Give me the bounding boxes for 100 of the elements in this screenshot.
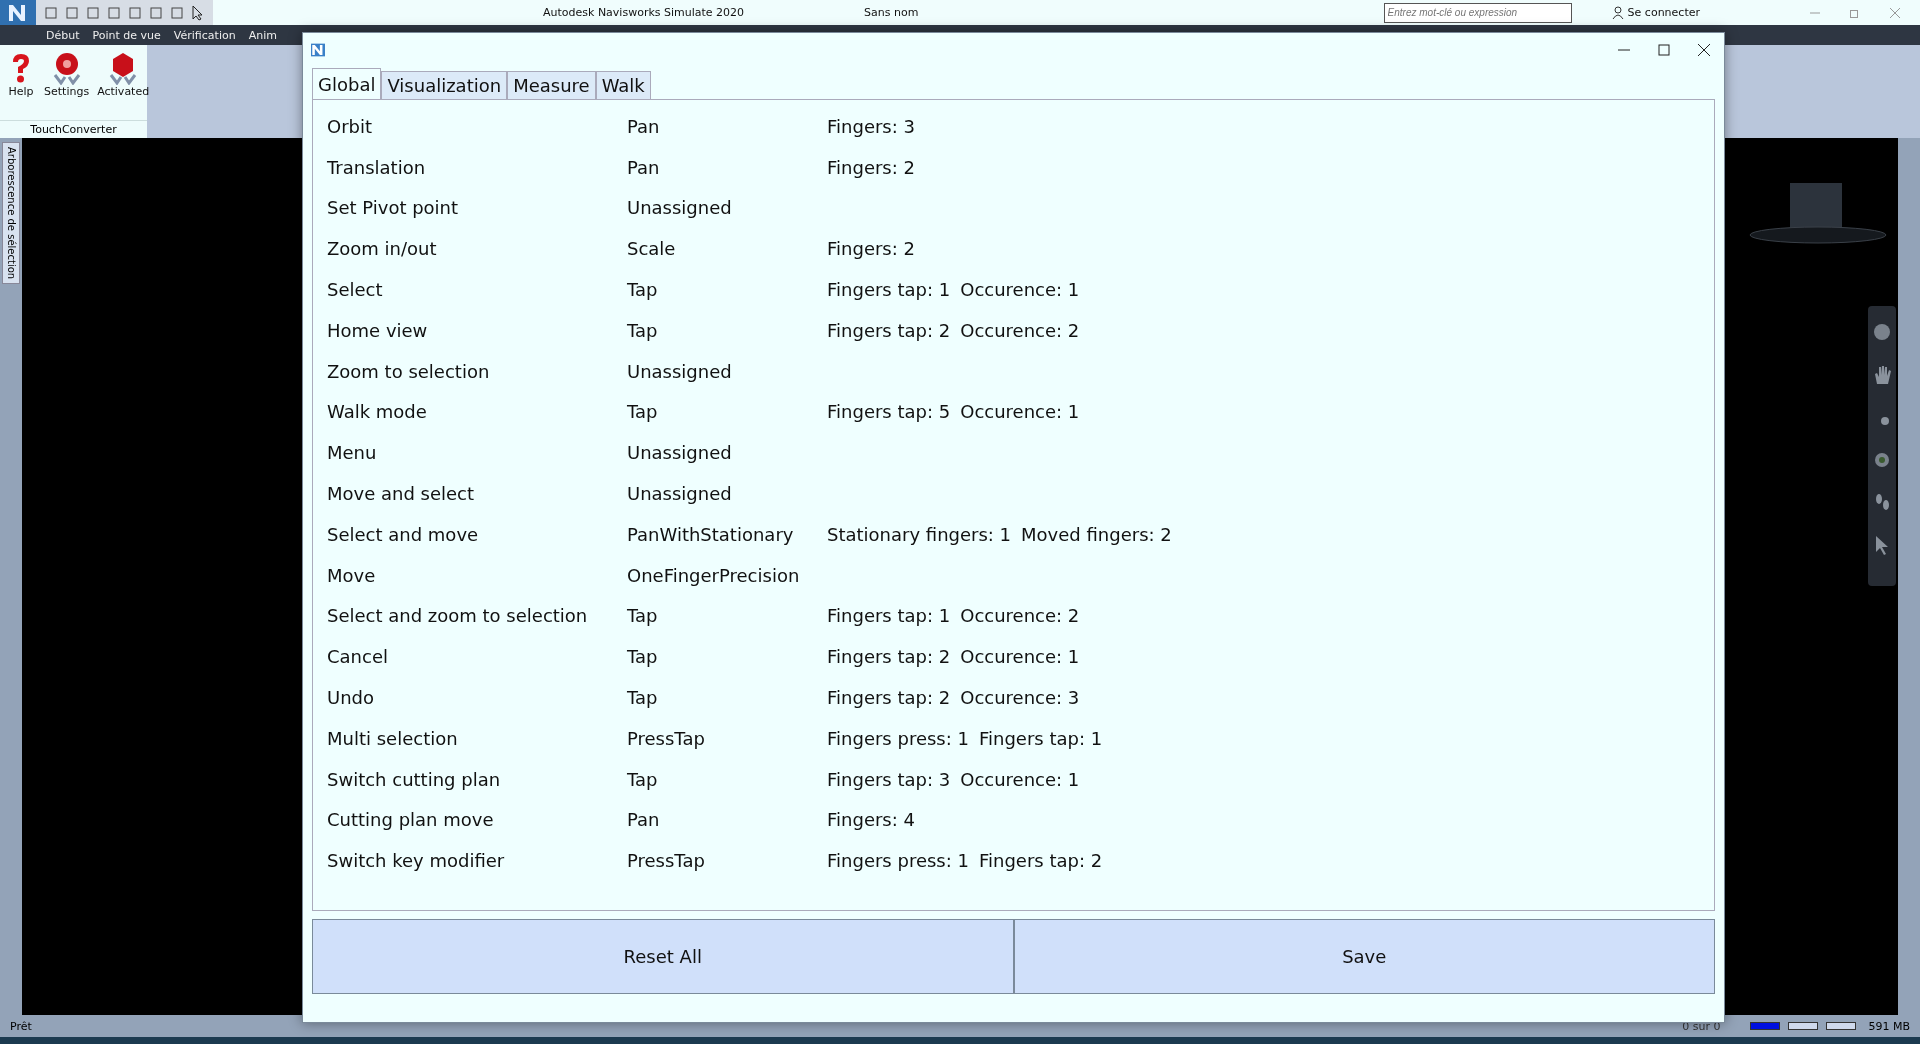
toolbar-icon[interactable]	[107, 5, 121, 20]
gesture-parameter: Fingers tap: 2	[827, 687, 951, 709]
gesture-type: Tap	[627, 319, 659, 341]
action-name: Translation	[327, 156, 427, 178]
gesture-parameter: Fingers tap: 2	[827, 319, 951, 341]
toolbar-icon[interactable]	[65, 5, 79, 20]
ribbon-button[interactable]: Activated	[95, 51, 152, 114]
gesture-type: Unassigned	[627, 197, 733, 219]
gesture-parameter: Fingers tap: 2	[827, 646, 951, 668]
gesture-type: Tap	[627, 401, 659, 423]
dialog-button[interactable]: Save	[1013, 919, 1715, 994]
gesture-type: Unassigned	[627, 483, 733, 505]
side-tab[interactable]: Arborescence de sélection	[2, 142, 20, 285]
toolbar-icon[interactable]	[44, 5, 58, 20]
gesture-parameter: Fingers tap: 5	[827, 401, 951, 423]
menu-tab[interactable]: Point de vue	[92, 28, 161, 42]
gesture-parameter: Stationary fingers: 1	[827, 523, 1012, 545]
gesture-type: PressTap	[627, 727, 706, 749]
memory-usage: 591 MB	[1868, 1019, 1910, 1033]
indicator-icon	[1826, 1022, 1857, 1030]
gesture-type: Tap	[627, 768, 659, 790]
gesture-parameter: Occurence: 1	[960, 646, 1080, 668]
menu-tab[interactable]: Anim	[248, 28, 277, 42]
gesture-type: Tap	[627, 646, 659, 668]
gesture-parameter: Fingers tap: 2	[978, 850, 1103, 872]
app-logo-icon	[311, 43, 325, 57]
toolbar-icon[interactable]	[86, 5, 100, 20]
gesture-parameter: Fingers tap: 1	[827, 605, 951, 627]
action-name: Multi selection	[327, 727, 459, 749]
action-name: Switch cutting plan	[327, 768, 502, 790]
action-name: Cutting plan move	[327, 809, 495, 831]
dialog-button[interactable]: Reset All	[312, 919, 1014, 994]
window-title: Autodesk Navisworks Simulate 2020	[543, 6, 745, 19]
gesture-type: Tap	[627, 605, 659, 627]
indicator-icon	[1750, 1022, 1781, 1030]
gesture-type: Scale	[627, 238, 677, 260]
close-icon[interactable]	[1698, 44, 1710, 56]
gesture-parameter: Occurence: 2	[960, 605, 1080, 627]
action-name: Switch key modifier	[327, 850, 506, 872]
action-name: Zoom to selection	[327, 360, 491, 382]
toolbar-icon[interactable]	[170, 5, 184, 20]
restore-icon[interactable]	[1850, 7, 1860, 18]
sign-in-link[interactable]: Se connecter	[1627, 6, 1700, 19]
tab[interactable]: Measure	[507, 71, 596, 99]
gesture-type: Pan	[627, 115, 661, 137]
action-name: Move and select	[327, 483, 476, 505]
action-name: Select	[327, 279, 384, 301]
menu-tab[interactable]: Vérification	[173, 28, 236, 42]
eye-icon[interactable]	[1872, 450, 1892, 470]
gesture-parameter: Fingers tap: 3	[827, 768, 951, 790]
gesture-type: Unassigned	[627, 442, 733, 464]
action-name: Select and move	[327, 523, 480, 545]
gesture-parameter: Fingers: 4	[827, 809, 915, 831]
gesture-parameter: Occurence: 1	[960, 401, 1080, 423]
gesture-parameter: Fingers: 3	[827, 115, 915, 137]
gesture-type: Unassigned	[627, 360, 733, 382]
gesture-parameter: Moved fingers: 2	[1021, 523, 1172, 545]
gesture-parameter: Fingers: 2	[827, 238, 915, 260]
action-name: Select and zoom to selection	[327, 605, 589, 627]
gesture-type: Pan	[627, 809, 661, 831]
status-text: Prêt	[10, 1019, 32, 1033]
ribbon-button[interactable]: Settings	[42, 51, 92, 114]
indicator-icon	[1788, 1022, 1819, 1030]
action-name: Zoom in/out	[327, 238, 438, 260]
action-name: Cancel	[327, 646, 389, 668]
action-name: Orbit	[327, 115, 374, 137]
action-name: Set Pivot point	[327, 197, 460, 219]
menu-tab[interactable]: Début	[46, 28, 80, 42]
gesture-parameter: Occurence: 2	[960, 319, 1080, 341]
gesture-parameter: Fingers tap: 1	[827, 279, 951, 301]
tab[interactable]: Walk	[595, 71, 651, 99]
gesture-parameter: Occurence: 1	[960, 768, 1080, 790]
toolbar-icon[interactable]	[128, 5, 142, 20]
gesture-type: Pan	[627, 156, 661, 178]
gesture-parameter: Fingers press: 1	[827, 727, 969, 749]
hand-icon[interactable]	[1872, 364, 1892, 386]
action-name: Walk mode	[327, 401, 428, 423]
search-field[interactable]: Entrez mot-clé ou expression	[1383, 2, 1572, 23]
gesture-type: Tap	[627, 279, 659, 301]
gesture-type: PanWithStationary	[627, 523, 795, 545]
user-icon	[1611, 5, 1624, 20]
gesture-type: Tap	[627, 687, 659, 709]
gesture-type: OneFingerPrecision	[627, 564, 801, 586]
cursor-icon[interactable]	[191, 4, 205, 21]
tab[interactable]: Visualization	[381, 71, 508, 99]
tab[interactable]: Global	[312, 68, 382, 99]
gesture-parameter: Fingers: 2	[827, 156, 915, 178]
action-name: Move	[327, 564, 377, 586]
action-name: Home view	[327, 319, 429, 341]
gesture-type: PressTap	[627, 850, 706, 872]
maximize-icon[interactable]	[1658, 44, 1670, 56]
document-name: Sans nom	[864, 6, 919, 19]
toolbar-icon[interactable]	[149, 5, 163, 20]
gesture-parameter: Occurence: 1	[960, 279, 1080, 301]
action-name: Undo	[327, 687, 376, 709]
gesture-parameter: Fingers tap: 1	[978, 727, 1103, 749]
action-name: Menu	[327, 442, 378, 464]
gesture-parameter: Occurence: 3	[960, 687, 1080, 709]
gesture-parameter: Fingers press: 1	[827, 850, 969, 872]
ribbon-button[interactable]: Help	[4, 51, 38, 114]
